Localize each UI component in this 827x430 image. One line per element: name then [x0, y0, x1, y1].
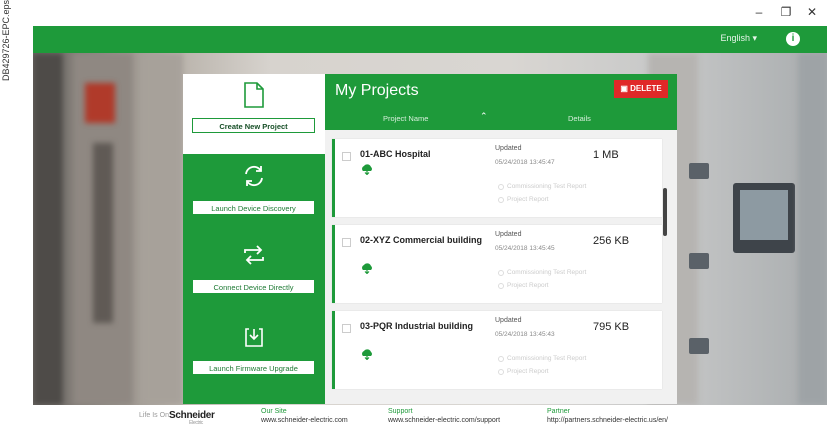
close-button[interactable]: ✕	[802, 3, 822, 21]
page-title: My Projects	[335, 82, 419, 99]
report-icon	[498, 356, 504, 362]
support-link[interactable]: Support www.schneider-electric.com/suppo…	[388, 408, 500, 425]
project-size: 795 KB	[593, 321, 630, 333]
trash-icon: ▣	[620, 84, 631, 93]
create-new-project-button[interactable]: Create New Project	[192, 118, 315, 133]
partner-url[interactable]: http://partners.schneider-electric.us/en…	[547, 416, 668, 425]
project-checkbox[interactable]	[342, 152, 351, 161]
commissioning-report-link[interactable]: Commissioning Test Report	[507, 269, 586, 276]
project-card[interactable]: 03-PQR Industrial building Updated 05/24…	[332, 311, 662, 389]
device-actions: Launch Device Discovery Connect Device D…	[183, 154, 325, 404]
project-report-link[interactable]: Project Report	[507, 282, 549, 289]
swap-icon	[244, 245, 264, 265]
report-icon	[498, 197, 504, 203]
column-project-name[interactable]: Project Name	[383, 114, 428, 123]
project-card[interactable]: 02-XYZ Commercial building Updated 05/24…	[332, 225, 662, 303]
project-size: 256 KB	[593, 235, 630, 247]
life-is-on-label: Life Is On	[139, 412, 169, 419]
download-icon	[245, 328, 263, 347]
cloud-sync-icon	[362, 263, 372, 274]
document-icon	[244, 82, 264, 108]
refresh-icon	[245, 165, 263, 187]
our-site-url[interactable]: www.schneider-electric.com	[261, 416, 348, 425]
updated-label: Updated	[495, 231, 522, 238]
cloud-sync-icon	[362, 164, 372, 175]
scrollbar-thumb[interactable]	[663, 188, 667, 236]
sort-ascending-icon[interactable]: ⌃	[480, 111, 488, 122]
project-checkbox[interactable]	[342, 324, 351, 333]
minimize-button[interactable]: –	[749, 3, 769, 21]
support-heading: Support	[388, 408, 413, 415]
launch-device-discovery-button[interactable]: Launch Device Discovery	[192, 200, 315, 215]
actions-panel: Create New Project Launch Device Discove…	[183, 74, 325, 404]
project-name: 03-PQR Industrial building	[360, 321, 474, 331]
delete-button[interactable]: ▣ DELETE	[614, 80, 668, 98]
brand-sub: Electric	[189, 420, 203, 426]
title-bar: – ❐ ✕	[33, 0, 827, 26]
project-name: 02-XYZ Commercial building	[360, 235, 483, 245]
project-size: 1 MB	[593, 149, 619, 161]
updated-label: Updated	[495, 317, 522, 324]
report-icon	[498, 369, 504, 375]
schneider-logo: Schneider Electric	[169, 410, 215, 426]
connect-device-directly-button[interactable]: Connect Device Directly	[192, 279, 315, 294]
projects-header: My Projects ▣ DELETE Project Name ⌃ Deta…	[325, 74, 677, 130]
partner-heading: Partner	[547, 408, 570, 415]
my-projects-panel: My Projects ▣ DELETE Project Name ⌃ Deta…	[325, 74, 677, 404]
report-icon	[498, 184, 504, 190]
project-card[interactable]: 01-ABC Hospital Updated 05/24/2018 13:45…	[332, 139, 662, 217]
cloud-sync-icon	[362, 349, 372, 360]
updated-date: 05/24/2018 13:45:43	[495, 331, 555, 338]
document-side-label: DB429726-EPC.eps	[1, 0, 11, 82]
project-list: 01-ABC Hospital Updated 05/24/2018 13:45…	[325, 130, 677, 404]
project-checkbox[interactable]	[342, 238, 351, 247]
delete-label: DELETE	[630, 84, 662, 93]
create-project-card[interactable]: Create New Project	[183, 74, 325, 154]
launch-firmware-upgrade-button[interactable]: Launch Firmware Upgrade	[192, 360, 315, 375]
updated-date: 05/24/2018 13:45:47	[495, 159, 555, 166]
commissioning-report-link[interactable]: Commissioning Test Report	[507, 183, 586, 190]
project-name: 01-ABC Hospital	[360, 149, 431, 159]
footer: Life Is On Schneider Electric Our Site w…	[33, 405, 827, 430]
partner-link[interactable]: Partner http://partners.schneider-electr…	[547, 408, 668, 425]
project-report-link[interactable]: Project Report	[507, 196, 549, 203]
column-details[interactable]: Details	[568, 114, 591, 123]
project-report-link[interactable]: Project Report	[507, 368, 549, 375]
language-select[interactable]: English ▾	[720, 33, 757, 44]
commissioning-report-link[interactable]: Commissioning Test Report	[507, 355, 586, 362]
updated-date: 05/24/2018 13:45:45	[495, 245, 555, 252]
app-window: – ❐ ✕ English ▾ i Create New Project Lau…	[33, 0, 827, 430]
support-url[interactable]: www.schneider-electric.com/support	[388, 416, 500, 425]
our-site-heading: Our Site	[261, 408, 287, 415]
info-icon[interactable]: i	[786, 32, 800, 46]
our-site-link[interactable]: Our Site www.schneider-electric.com	[261, 408, 348, 425]
updated-label: Updated	[495, 145, 522, 152]
report-icon	[498, 270, 504, 276]
maximize-button[interactable]: ❐	[776, 3, 796, 21]
top-bar: English ▾ i	[33, 26, 827, 53]
report-icon	[498, 283, 504, 289]
